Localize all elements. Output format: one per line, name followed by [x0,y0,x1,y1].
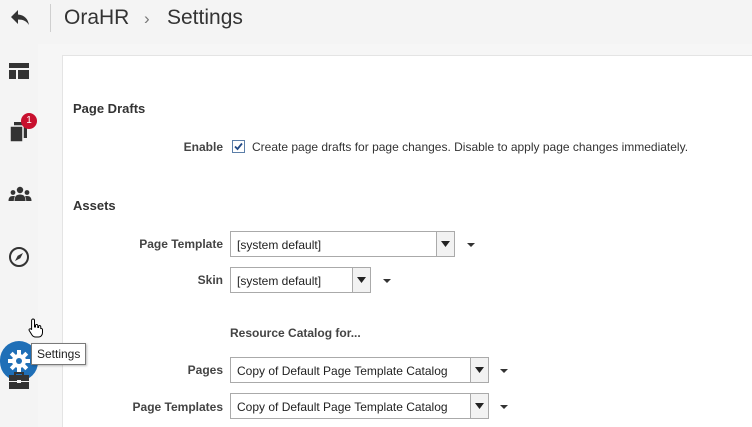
caret-down-icon [441,241,450,247]
sidebar-item-pages[interactable]: 1 [0,112,38,152]
sidebar-item-navigation[interactable] [0,238,38,278]
back-arrow-icon [11,10,29,25]
page-title: Settings [167,6,243,29]
checkmark-icon [234,142,243,151]
skin-dropdown-button[interactable] [352,268,370,292]
page-template-value: [system default] [237,238,322,252]
page-templates-catalog-dropdown-button[interactable] [470,394,488,418]
skin-select[interactable]: [system default] [230,267,371,293]
hand-cursor-icon [28,318,43,338]
resource-catalog-heading: Resource Catalog for... [230,326,361,340]
page-template-select[interactable]: [system default] [230,231,455,257]
page-templates-catalog-select[interactable]: Copy of Default Page Template Catalog [230,393,489,419]
sidebar-item-layout[interactable] [0,52,38,92]
section-title-page-drafts: Page Drafts [73,101,146,116]
page-templates-catalog-options-icon[interactable] [499,402,509,412]
enable-label: Enable [183,140,223,154]
caret-down-icon [357,277,366,283]
sidebar: 1 [0,44,38,427]
pages-label: Pages [187,363,223,377]
pages-catalog-dropdown-button[interactable] [470,358,488,382]
page-template-label: Page Template [139,237,223,251]
users-group-icon [8,186,32,201]
page-template-dropdown-button[interactable] [436,232,454,256]
skin-label: Skin [197,273,223,287]
back-button[interactable] [8,6,32,30]
skin-value: [system default] [237,274,322,288]
breadcrumb-app[interactable]: OraHR [64,6,129,30]
sidebar-item-tools[interactable] [0,362,38,402]
breadcrumb-separator: › [144,9,150,28]
compass-icon [9,247,29,267]
page-templates-label: Page Templates [132,400,223,414]
pages-catalog-options-icon[interactable] [499,366,509,376]
sidebar-item-users[interactable] [0,176,38,216]
page-template-options-icon[interactable] [466,240,476,250]
section-title-assets: Assets [73,198,116,213]
settings-tooltip: Settings [31,343,87,365]
caret-down-icon [475,367,484,373]
enable-drafts-description: Create page drafts for page changes. Dis… [252,140,689,154]
app-header: OraHR › Settings [0,0,752,44]
toolbox-icon [9,372,29,389]
pages-catalog-select[interactable]: Copy of Default Page Template Catalog [230,357,489,383]
enable-drafts-checkbox[interactable] [232,140,245,153]
pages-catalog-value: Copy of Default Page Template Catalog [237,364,448,378]
skin-options-icon[interactable] [382,276,392,286]
layout-icon [9,63,29,79]
page-templates-catalog-value: Copy of Default Page Template Catalog [237,400,448,414]
caret-down-icon [475,403,484,409]
header-divider [50,4,51,32]
notification-badge: 1 [21,113,37,129]
